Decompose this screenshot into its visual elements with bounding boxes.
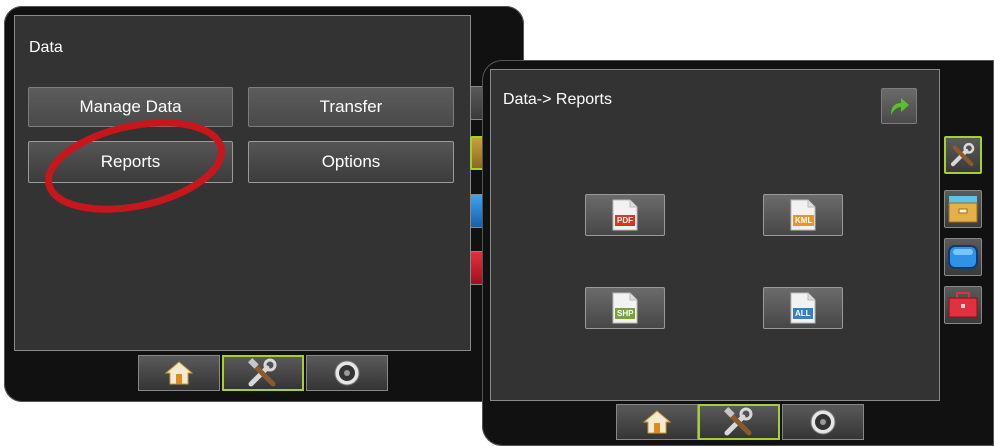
pdf-report-button[interactable]: PDF xyxy=(585,194,665,236)
tools-icon xyxy=(248,358,277,387)
all-report-button[interactable]: ALL xyxy=(763,287,843,329)
home-icon xyxy=(642,410,672,434)
folder-side-tab[interactable] xyxy=(944,190,982,228)
folder-icon xyxy=(948,196,978,223)
tools-tab[interactable] xyxy=(222,355,304,391)
highlight-circle-annotation xyxy=(45,119,225,213)
transfer-button[interactable]: Transfer xyxy=(248,87,454,127)
gauge-icon xyxy=(334,360,360,386)
page-title: Data xyxy=(29,39,63,56)
monitor-side-tab[interactable] xyxy=(944,238,982,276)
right-device-bezel: Data-> Reports PDF KML SHP ALL xyxy=(482,60,994,446)
options-button[interactable]: Options xyxy=(248,141,454,183)
gauge-icon xyxy=(810,409,836,435)
monitor-icon xyxy=(948,245,978,269)
back-button[interactable] xyxy=(881,88,917,124)
all-label: ALL xyxy=(793,308,813,319)
data-screen: Data Manage Data Transfer Reports Option… xyxy=(14,15,471,351)
home-tab[interactable] xyxy=(138,355,220,391)
pdf-label: PDF xyxy=(615,215,635,226)
kml-label: KML xyxy=(793,215,815,226)
toolbox-icon xyxy=(948,292,978,318)
left-device-bezel: Data Manage Data Transfer Reports Option… xyxy=(4,6,524,402)
home-tab[interactable] xyxy=(616,404,698,440)
page-title: Data-> Reports xyxy=(503,91,612,108)
reports-screen: Data-> Reports PDF KML SHP ALL xyxy=(490,69,940,401)
gauge-tab[interactable] xyxy=(306,355,388,391)
home-icon xyxy=(164,361,194,385)
kml-report-button[interactable]: KML xyxy=(763,194,843,236)
tools-icon xyxy=(950,142,975,167)
shp-label: SHP xyxy=(615,308,636,319)
gauge-tab[interactable] xyxy=(782,404,864,440)
tools-tab[interactable] xyxy=(698,404,780,440)
shp-report-button[interactable]: SHP xyxy=(585,287,665,329)
tools-icon xyxy=(724,407,753,436)
tools-side-tab[interactable] xyxy=(944,136,982,174)
toolbox-side-tab[interactable] xyxy=(944,286,982,324)
green-return-arrow-icon xyxy=(891,98,909,115)
